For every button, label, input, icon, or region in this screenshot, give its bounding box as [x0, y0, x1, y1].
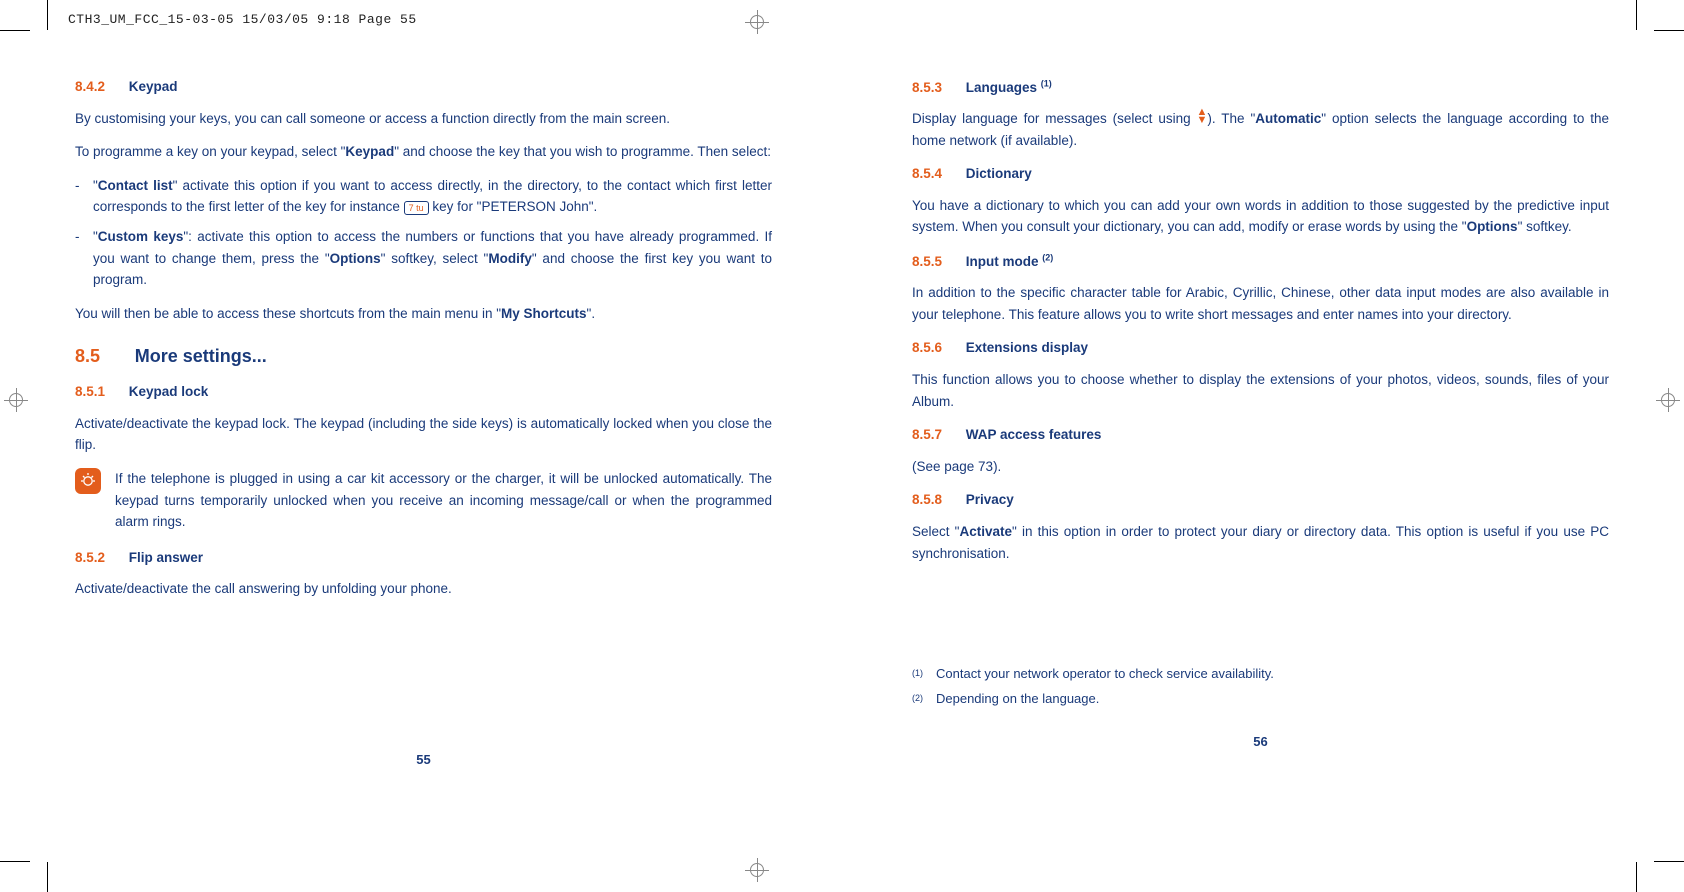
section-heading-858: 8.5.8 Privacy: [912, 489, 1609, 511]
section-number: 8.5.7: [912, 424, 962, 446]
crop-mark: [1636, 862, 1637, 892]
print-header: CTH3_UM_FCC_15-03-05 15/03/05 9:18 Page …: [68, 12, 417, 27]
body-text: Activate/deactivate the call answering b…: [75, 578, 772, 600]
section-heading-842: 8.4.2 Keypad: [75, 76, 772, 98]
section-title: More settings...: [135, 346, 267, 366]
section-title: Privacy: [966, 492, 1014, 507]
section-heading-856: 8.5.6 Extensions display: [912, 337, 1609, 359]
section-number: 8.5.4: [912, 163, 962, 185]
page-number: 55: [75, 750, 772, 771]
footnote: (1) Contact your network operator to che…: [912, 664, 1609, 685]
section-title: Languages (1): [966, 80, 1052, 95]
page-left: 8.4.2 Keypad By customising your keys, y…: [0, 70, 842, 771]
info-text: If the telephone is plugged in using a c…: [115, 468, 772, 533]
footnote-marker: (1): [912, 664, 936, 685]
section-heading-853: 8.5.3 Languages (1): [912, 76, 1609, 98]
body-text: Activate/deactivate the keypad lock. The…: [75, 413, 772, 456]
section-heading-852: 8.5.2 Flip answer: [75, 547, 772, 569]
body-text: This function allows you to choose wheth…: [912, 369, 1609, 412]
footnote-text: Contact your network operator to check s…: [936, 664, 1274, 685]
list-text: "Contact list" activate this option if y…: [93, 175, 772, 218]
section-number: 8.5.8: [912, 489, 962, 511]
section-number: 8.4.2: [75, 76, 125, 98]
body-text: (See page 73).: [912, 456, 1609, 478]
footnotes: (1) Contact your network operator to che…: [912, 664, 1609, 710]
bullet-dash: -: [75, 175, 93, 218]
body-text: To programme a key on your keypad, selec…: [75, 141, 772, 163]
list-item: - "Custom keys": activate this option to…: [75, 226, 772, 291]
page-number: 56: [912, 732, 1609, 753]
section-heading-85: 8.5 More settings...: [75, 342, 772, 371]
list-item: - "Contact list" activate this option if…: [75, 175, 772, 218]
section-number: 8.5.5: [912, 251, 962, 273]
section-title: Input mode (2): [966, 254, 1054, 269]
registration-mark-icon: [1656, 388, 1680, 412]
section-number: 8.5.3: [912, 77, 962, 99]
keypad-key-icon: 7 tu: [404, 201, 429, 215]
crop-mark: [1636, 0, 1637, 30]
section-title: Flip answer: [129, 550, 203, 565]
registration-mark-icon: [4, 388, 28, 412]
crop-mark: [47, 0, 48, 30]
tip-icon: [75, 468, 101, 494]
section-heading-855: 8.5.5 Input mode (2): [912, 250, 1609, 272]
crop-mark: [1654, 30, 1684, 31]
section-title: WAP access features: [966, 427, 1102, 442]
body-text: You have a dictionary to which you can a…: [912, 195, 1609, 238]
section-title: Dictionary: [966, 166, 1032, 181]
crop-mark: [0, 861, 30, 862]
crop-mark: [1654, 861, 1684, 862]
section-heading-857: 8.5.7 WAP access features: [912, 424, 1609, 446]
section-title: Keypad lock: [129, 384, 209, 399]
footnote: (2) Depending on the language.: [912, 689, 1609, 710]
section-number: 8.5.6: [912, 337, 962, 359]
footnote-marker: (2): [912, 689, 936, 710]
registration-mark-icon: [745, 858, 769, 882]
nav-updown-icon: ▲▼: [1197, 108, 1208, 124]
bullet-dash: -: [75, 226, 93, 291]
section-number: 8.5.2: [75, 547, 125, 569]
body-text: In addition to the specific character ta…: [912, 282, 1609, 325]
page-right: 8.5.3 Languages (1) Display language for…: [842, 70, 1684, 771]
body-text: Select "Activate" in this option in orde…: [912, 521, 1609, 564]
section-title: Keypad: [129, 79, 178, 94]
section-heading-854: 8.5.4 Dictionary: [912, 163, 1609, 185]
body-text: By customising your keys, you can call s…: [75, 108, 772, 130]
page-spread: 8.4.2 Keypad By customising your keys, y…: [0, 0, 1684, 771]
section-number: 8.5: [75, 342, 131, 371]
section-number: 8.5.1: [75, 381, 125, 403]
crop-mark: [47, 862, 48, 892]
section-heading-851: 8.5.1 Keypad lock: [75, 381, 772, 403]
registration-mark-icon: [745, 10, 769, 34]
info-callout: If the telephone is plugged in using a c…: [75, 468, 772, 533]
body-text: Display language for messages (select us…: [912, 108, 1609, 151]
crop-mark: [0, 30, 30, 31]
bullet-list: - "Contact list" activate this option if…: [75, 175, 772, 291]
list-text: "Custom keys": activate this option to a…: [93, 226, 772, 291]
section-title: Extensions display: [966, 340, 1088, 355]
footnote-text: Depending on the language.: [936, 689, 1099, 710]
body-text: You will then be able to access these sh…: [75, 303, 772, 325]
